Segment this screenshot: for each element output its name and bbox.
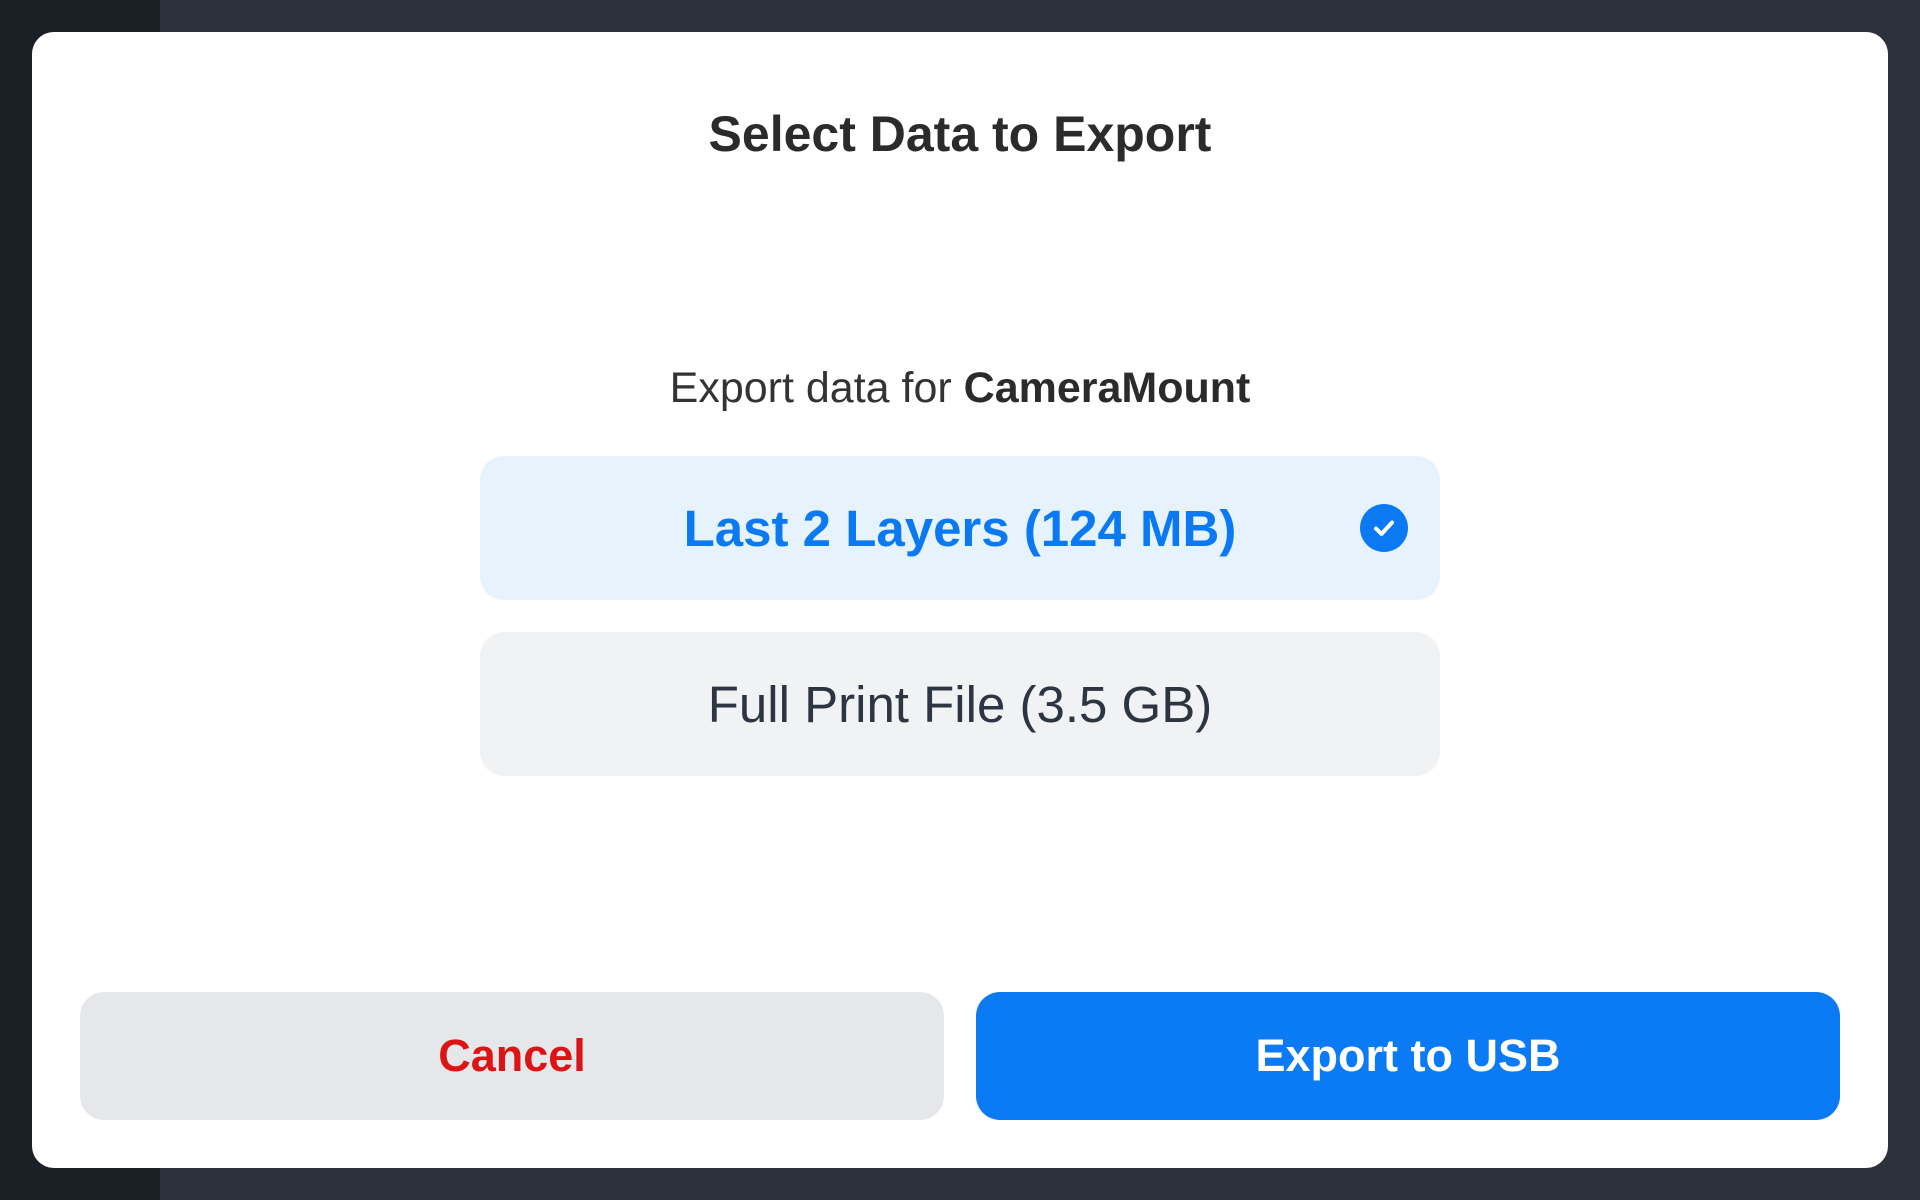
option-full-print-file[interactable]: Full Print File (3.5 GB): [480, 632, 1440, 776]
export-button-label: Export to USB: [1255, 1030, 1561, 1081]
cancel-button[interactable]: Cancel: [80, 992, 944, 1120]
option-last-2-layers[interactable]: Last 2 Layers (124 MB): [480, 456, 1440, 600]
dialog-subtitle: Export data for CameraMount: [32, 360, 1888, 416]
option-label: Full Print File (3.5 GB): [707, 675, 1213, 733]
subtitle-target-name: CameraMount: [963, 364, 1251, 412]
option-label: Last 2 Layers (124 MB): [683, 499, 1237, 557]
subtitle-prefix: Export data for: [669, 364, 964, 412]
check-circle-icon: [1360, 504, 1408, 552]
dialog-title: Select Data to Export: [708, 106, 1212, 162]
export-to-usb-button[interactable]: Export to USB: [976, 992, 1840, 1120]
export-dialog: Select Data to Export Export data for Ca…: [32, 32, 1888, 1168]
cancel-button-label: Cancel: [438, 1030, 586, 1081]
